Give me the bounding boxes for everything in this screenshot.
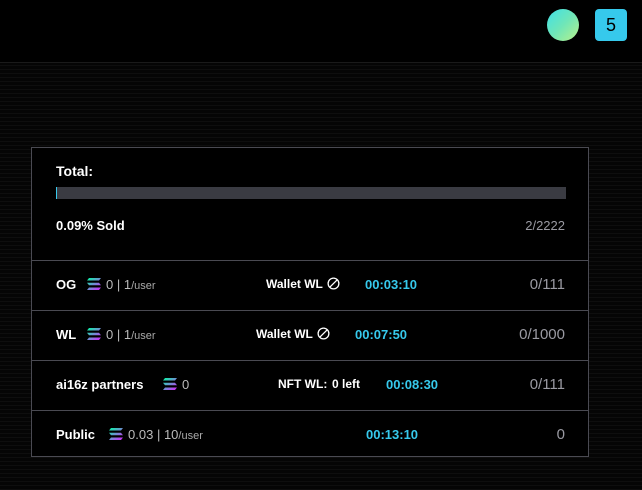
phase-row-public: Public 0.03 | 10/user 00:13:10 0 <box>32 410 588 460</box>
phase-requirement: Wallet WL <box>256 327 313 341</box>
notification-count-badge[interactable]: 5 <box>595 9 627 41</box>
limit-unit: /user <box>131 280 156 292</box>
mint-progress-bar <box>56 187 566 199</box>
total-label: Total: <box>56 163 94 179</box>
phase-timer: 00:13:10 <box>366 427 419 442</box>
phase-row-wl: WL 0 | 1/user Wallet WL 00:07:50 0/1000 <box>32 310 588 361</box>
phase-timer: 00:08:30 <box>386 377 439 392</box>
phase-price: 0 <box>182 377 190 392</box>
phase-price: 0.03 | 10/user <box>128 427 203 442</box>
solana-icon <box>87 278 101 290</box>
phase-supply: 0/111 <box>529 376 565 393</box>
phase-supply: 0/111 <box>529 276 565 293</box>
phase-supply: 0 <box>556 426 565 443</box>
price-value: 0 <box>106 277 114 292</box>
price-separator: | <box>156 427 161 442</box>
limit-value: 10 <box>163 427 179 442</box>
sold-percentage: 0.09% Sold <box>56 218 125 233</box>
total-section: Total: 0.09% Sold 2/2222 <box>32 148 588 261</box>
phase-name: ai16z partners <box>56 377 144 392</box>
phase-requirement: Wallet WL <box>266 277 323 291</box>
price-separator: | <box>116 327 121 342</box>
price-value: 0 <box>106 327 114 342</box>
phase-name: OG <box>56 277 77 292</box>
phase-requirement: NFT WL: <box>278 377 328 391</box>
price-value: 0.03 <box>128 427 154 442</box>
ban-icon <box>317 327 330 340</box>
phase-name: WL <box>56 327 77 342</box>
limit-unit: /user <box>178 430 203 442</box>
phase-timer: 00:03:10 <box>365 277 418 292</box>
solana-icon <box>87 328 101 340</box>
price-separator: | <box>116 277 121 292</box>
phase-price: 0 | 1/user <box>106 277 156 292</box>
phase-timer: 00:07:50 <box>355 327 408 342</box>
top-bar: 5 <box>0 0 642 63</box>
phase-price: 0 | 1/user <box>106 327 156 342</box>
sold-count: 2/2222 <box>525 218 565 233</box>
mint-panel: Total: 0.09% Sold 2/2222 OG 0 | 1/user W… <box>31 147 589 457</box>
phase-name: Public <box>56 427 96 442</box>
phase-left-count: 0 left <box>332 377 361 391</box>
phase-row-ai16z-partners: ai16z partners 0 NFT WL: 0 left 00:08:30… <box>32 360 588 411</box>
phase-supply: 0/1000 <box>519 326 565 343</box>
solana-icon <box>109 428 123 440</box>
limit-unit: /user <box>131 330 156 342</box>
ban-icon <box>327 277 340 290</box>
avatar[interactable] <box>547 9 579 41</box>
solana-icon <box>163 378 177 390</box>
phase-row-og: OG 0 | 1/user Wallet WL 00:03:10 0/111 <box>32 260 588 311</box>
